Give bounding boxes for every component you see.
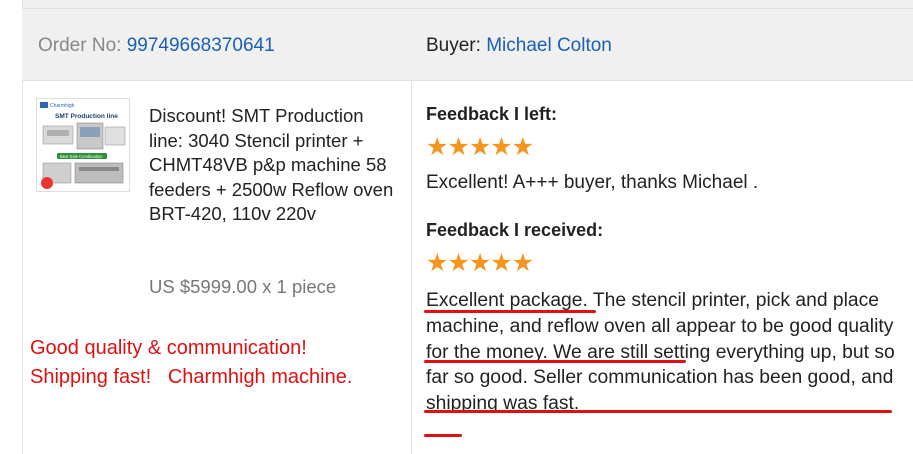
- order-header: Order No: 99749668370641 Buyer: Michael …: [22, 9, 913, 81]
- banner-text: SMT Production line: [55, 113, 118, 120]
- order-label: Order No:: [38, 35, 127, 56]
- order-number: Order No: 99749668370641: [38, 35, 275, 57]
- promo-line-2: Shipping fast! Charmhigh machine.: [30, 366, 353, 388]
- product-title-link[interactable]: Discount! SMT Production line: 3040 Sten…: [149, 104, 399, 227]
- underline-good-quality: [424, 360, 686, 363]
- product-price: US $5999.00 x 1 piece: [149, 276, 337, 297]
- product-thumbnail[interactable]: Charmhigh SMT Production line Best Sale …: [36, 98, 130, 192]
- feedback-left-heading: Feedback I left:: [426, 104, 558, 124]
- promo-line-1: Good quality & communication!: [30, 337, 307, 359]
- underline-communication-shipping: [424, 410, 892, 413]
- promo-annotation: Good quality & communication! Shipping f…: [30, 334, 410, 392]
- product-image: Charmhigh SMT Production line Best Sale …: [37, 99, 129, 191]
- feedback-received-heading: Feedback I received:: [426, 220, 604, 240]
- logo-text: Charmhigh: [50, 103, 75, 109]
- underline-fast: [424, 434, 462, 437]
- feedback-left-star-rating: ★★★★★: [426, 133, 534, 161]
- buyer-info: Buyer: Michael Colton: [426, 35, 612, 57]
- feedback-received-star-rating: ★★★★★: [426, 249, 534, 277]
- buyer-name-link[interactable]: Michael Colton: [486, 35, 612, 56]
- order-number-link[interactable]: 99749668370641: [127, 35, 275, 56]
- buyer-label: Buyer:: [426, 35, 487, 56]
- column-divider: [411, 80, 412, 454]
- feedback-received-text: Excellent package. The stencil printer, …: [426, 290, 895, 415]
- underline-excellent-package: [424, 310, 596, 313]
- feedback-left-text: Excellent! A+++ buyer, thanks Michael .: [426, 172, 759, 193]
- badge-text: Best Sale Combination: [60, 154, 103, 159]
